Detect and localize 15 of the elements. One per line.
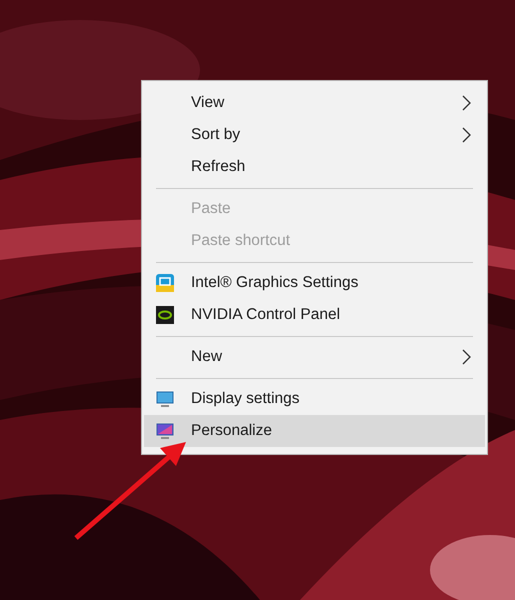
menu-item[interactable]: Intel® Graphics Settings [144, 267, 485, 299]
menu-item[interactable]: Refresh [144, 151, 485, 183]
menu-item[interactable]: Personalize [144, 415, 485, 447]
chevron-right-icon [462, 127, 471, 143]
menu-item[interactable]: New [144, 341, 485, 373]
chevron-right-icon [462, 95, 471, 111]
menu-item[interactable]: View [144, 87, 485, 119]
menu-item[interactable]: Sort by [144, 119, 485, 151]
menu-item[interactable]: NVIDIA Control Panel [144, 299, 485, 331]
menu-item[interactable]: Display settings [144, 383, 485, 415]
graphics-settings-icon [156, 274, 174, 292]
monitor-icon [156, 390, 174, 408]
control-panel-icon [156, 306, 174, 324]
monitor-icon [156, 422, 174, 440]
chevron-right-icon [462, 349, 471, 365]
